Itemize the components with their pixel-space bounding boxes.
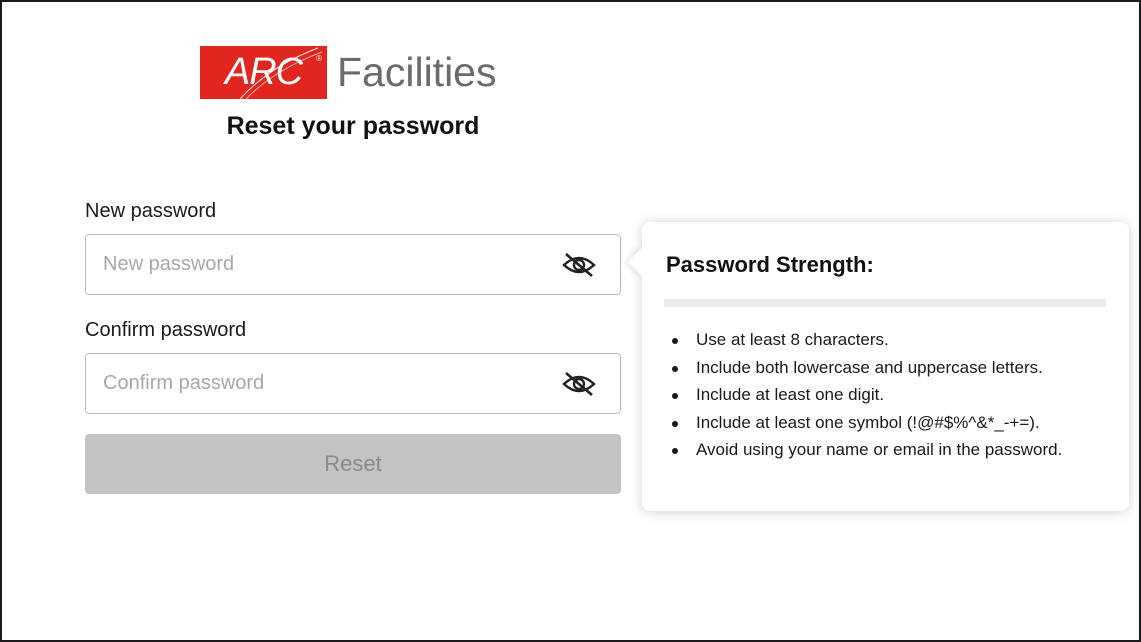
password-strength-title: Password Strength: [666,252,874,277]
page-frame: ARC ® Facilities Reset your password New… [0,0,1141,642]
popover-body: Password Strength: Use at least 8 charac… [642,222,1129,511]
eye-slash-icon[interactable] [562,251,596,279]
confirm-password-input[interactable] [86,354,546,413]
logo-mark-text: ARC [224,51,303,93]
new-password-input[interactable] [86,235,546,294]
arc-facilities-logo: ARC ® Facilities [200,45,496,99]
new-password-field-box [85,234,621,295]
password-rule-item: Include at least one symbol (!@#$%^&*_-+… [672,409,1106,437]
password-rule-item: Use at least 8 characters. [672,326,1106,354]
arc-logo-mark: ARC ® [200,45,327,99]
eye-slash-icon[interactable] [562,370,596,398]
password-strength-meter [664,299,1106,307]
page-title: Reset your password [226,112,480,140]
confirm-password-field-box [85,353,621,414]
password-rule-item: Include both lowercase and uppercase let… [672,354,1106,382]
password-rules-list: Use at least 8 characters. Include both l… [672,326,1106,464]
password-rule-item: Include at least one digit. [672,381,1106,409]
logo-wordmark: Facilities [337,48,497,95]
confirm-password-label: Confirm password [85,319,247,341]
new-password-label: New password [85,200,217,222]
password-rule-item: Avoid using your name or email in the pa… [672,436,1106,464]
reset-button[interactable]: Reset [85,434,621,494]
registered-mark: ® [316,53,322,63]
password-strength-popover: Password Strength: Use at least 8 charac… [627,222,1129,511]
